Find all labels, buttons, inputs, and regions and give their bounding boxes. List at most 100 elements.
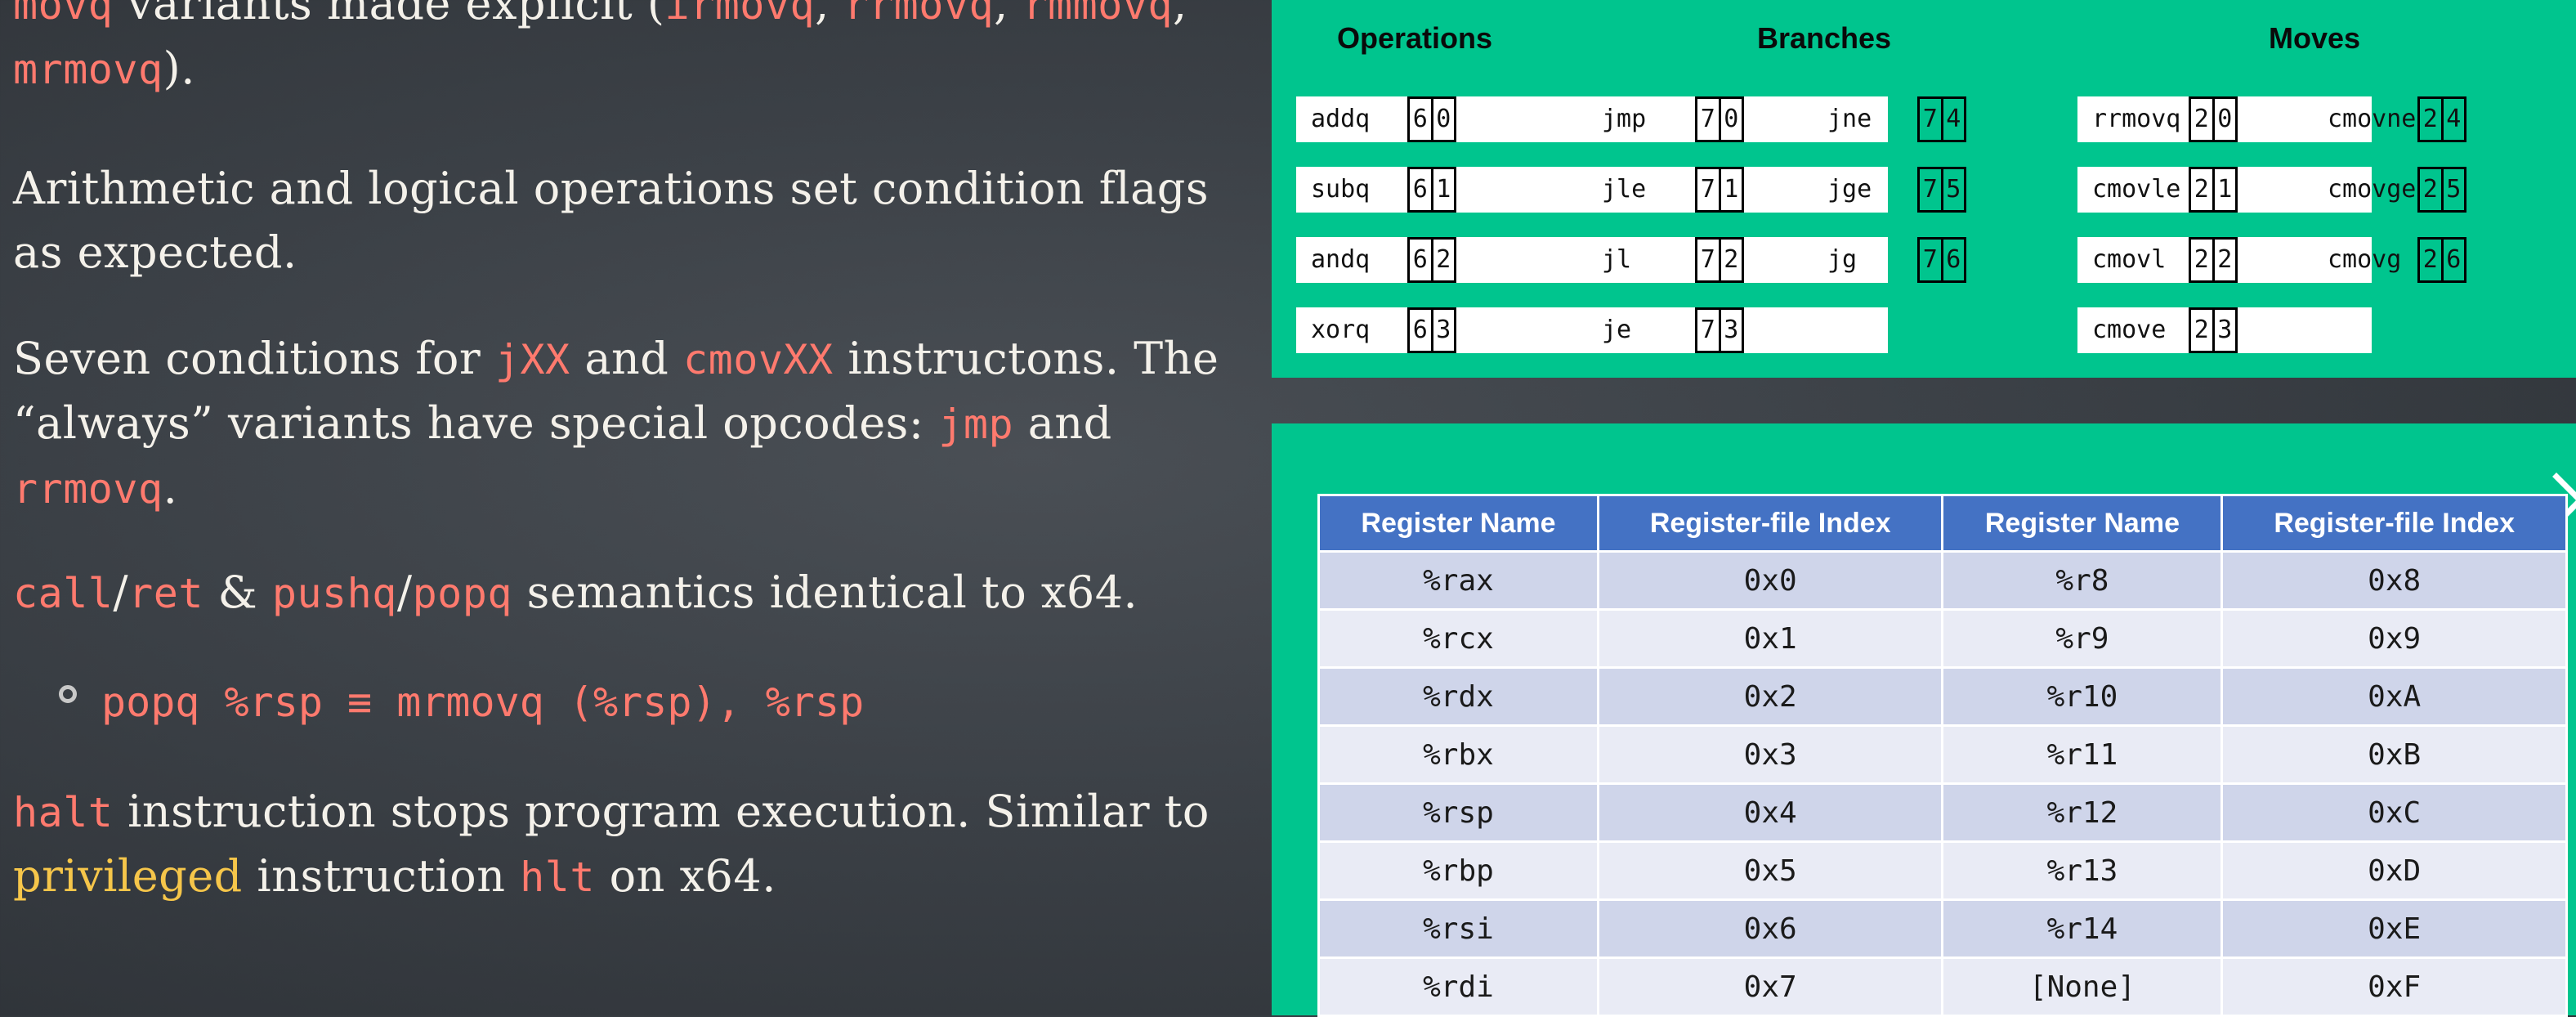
opcode-digit: 7 bbox=[1922, 245, 1938, 274]
text: ). bbox=[163, 43, 195, 94]
table-row: %rbp 0x5 %r13 0xD bbox=[1317, 840, 2568, 901]
paragraph-movq-variants: movq variants made explicit (irmovq, rrm… bbox=[13, 0, 1263, 101]
opcode-digit: 5 bbox=[1940, 169, 1965, 210]
table-row: %rsi 0x6 %r14 0xE bbox=[1317, 898, 2568, 959]
text: instruction stops program execution. Sim… bbox=[113, 786, 1210, 837]
opcode-digit: 7 bbox=[1922, 105, 1938, 133]
code-irmovq: irmovq bbox=[664, 0, 816, 29]
opcode-digit: 6 bbox=[2440, 240, 2465, 280]
instruction-encoding-panel: Operations Branches Moves addq 6 0 subq 6 1 an… bbox=[1272, 0, 2576, 378]
opcode-digit: 2 bbox=[2194, 245, 2209, 274]
branches-heading: Branches bbox=[1757, 21, 1892, 55]
code-hlt: hlt bbox=[520, 853, 595, 901]
opcode-digit: 1 bbox=[1718, 169, 1742, 210]
opcode-digit: 2 bbox=[2422, 105, 2438, 133]
text: / bbox=[396, 567, 413, 618]
opcode-box: 20 bbox=[2189, 96, 2238, 142]
text: instruction bbox=[242, 850, 521, 902]
register-table-header: Register Name Register-file Index Regist… bbox=[1317, 494, 2568, 553]
opcode-digit: 1 bbox=[2212, 169, 2236, 210]
opcode-box: 74 bbox=[1917, 96, 1966, 142]
register-name-cell: %r8 bbox=[1941, 550, 2224, 611]
opcode-digit: 1 bbox=[1430, 169, 1455, 210]
code-halt: halt bbox=[13, 789, 114, 836]
opcode-digit: 6 bbox=[1940, 240, 1965, 280]
register-index-cell: 0x3 bbox=[1596, 724, 1944, 785]
opcode-box: 23 bbox=[2189, 307, 2238, 353]
instruction-name: cmovne bbox=[2328, 105, 2417, 133]
opcode-digit: 2 bbox=[2194, 175, 2209, 204]
register-name-cell: %rbp bbox=[1317, 840, 1599, 901]
instruction-name: jl bbox=[1602, 245, 1632, 274]
text: / bbox=[113, 567, 129, 618]
text: & bbox=[203, 567, 272, 618]
register-name-cell: %rcx bbox=[1317, 608, 1599, 669]
opcode-box: 22 bbox=[2189, 237, 2238, 283]
register-index-cell: 0x7 bbox=[1596, 957, 1944, 1017]
opcode-digit: 7 bbox=[1700, 175, 1715, 204]
opcode-digit: 7 bbox=[1700, 316, 1715, 344]
text: , bbox=[815, 0, 844, 29]
register-index-cell: 0x6 bbox=[1596, 898, 1944, 959]
register-name-cell: %rbx bbox=[1317, 724, 1599, 785]
instruction-name: andq bbox=[1311, 245, 1371, 274]
instruction-name: cmovg bbox=[2328, 245, 2402, 274]
register-name-cell: %r10 bbox=[1941, 666, 2224, 727]
opcode-digit: 6 bbox=[1412, 316, 1428, 344]
opcode-box: 24 bbox=[2417, 96, 2466, 142]
register-index-cell: 0xE bbox=[2220, 898, 2568, 959]
opcode-box: 70 bbox=[1695, 96, 1744, 142]
opcode-digit: 3 bbox=[1430, 310, 1455, 351]
opcode-box: 26 bbox=[2417, 237, 2466, 283]
opcode-digit: 7 bbox=[1922, 175, 1938, 204]
text: Arithmetic and logical operations set co… bbox=[13, 163, 1210, 278]
table-row: %rsp 0x4 %r12 0xC bbox=[1317, 782, 2568, 843]
instruction-name: cmovle bbox=[2092, 175, 2181, 204]
paragraph-condition-flags: Arithmetic and logical operations set co… bbox=[13, 157, 1223, 284]
code-ret: ret bbox=[128, 570, 203, 617]
table-row: %rcx 0x1 %r9 0x9 bbox=[1317, 608, 2568, 669]
column-header: Register-file Index bbox=[1596, 494, 1944, 553]
opcode-digit: 2 bbox=[1718, 240, 1742, 280]
code-call: call bbox=[13, 570, 114, 617]
opcode-digit: 2 bbox=[2422, 245, 2438, 274]
column-header: Register Name bbox=[1941, 494, 2224, 553]
text: Seven conditions for bbox=[13, 333, 495, 384]
opcode-digit: 2 bbox=[1430, 240, 1455, 280]
instruction-name: cmove bbox=[2092, 316, 2167, 344]
opcode-box: 73 bbox=[1695, 307, 1744, 353]
opcode-digit: 2 bbox=[2212, 240, 2236, 280]
opcode-digit: 2 bbox=[2194, 105, 2209, 133]
opcode-digit: 0 bbox=[1430, 99, 1455, 140]
table-row: %rdi 0x7 [None] 0xF bbox=[1317, 957, 2568, 1017]
register-index-cell: 0x5 bbox=[1596, 840, 1944, 901]
instruction-name: je bbox=[1602, 316, 1632, 344]
table-row: %rdx 0x2 %r10 0xA bbox=[1317, 666, 2568, 727]
code-cmovxx: cmovXX bbox=[683, 336, 834, 383]
opcode-box: 75 bbox=[1917, 167, 1966, 213]
register-index-cell: 0x0 bbox=[1596, 550, 1944, 611]
opcode-box: 60 bbox=[1407, 96, 1456, 142]
code-rmmovq: rmmovq bbox=[1022, 0, 1174, 29]
moves-heading: Moves bbox=[2269, 21, 2361, 55]
bullet-dot-icon bbox=[59, 684, 77, 703]
column-header: Register-file Index bbox=[2220, 494, 2568, 553]
register-index-cell: 0x8 bbox=[2220, 550, 2568, 611]
register-index-cell: 0xF bbox=[2220, 957, 2568, 1017]
register-index-cell: 0xC bbox=[2220, 782, 2568, 843]
text: , bbox=[994, 0, 1023, 29]
text: and bbox=[1013, 397, 1112, 449]
register-name-cell: %rdi bbox=[1317, 957, 1599, 1017]
instruction-name: addq bbox=[1311, 105, 1371, 133]
register-name-cell: %r14 bbox=[1941, 898, 2224, 959]
instruction-name: subq bbox=[1311, 175, 1371, 204]
instruction-name: cmovl bbox=[2092, 245, 2167, 274]
bullet-popq-rsp: popq %rsp ≡ mrmovq (%rsp), %rsp bbox=[59, 670, 864, 734]
register-name-cell: %rax bbox=[1317, 550, 1599, 611]
register-name-cell: %r11 bbox=[1941, 724, 2224, 785]
opcode-digit: 6 bbox=[1412, 245, 1428, 274]
opcode-box: 25 bbox=[2417, 167, 2466, 213]
instruction-name: cmovge bbox=[2328, 175, 2417, 204]
table-row: %rbx 0x3 %r11 0xB bbox=[1317, 724, 2568, 785]
register-index-cell: 0xD bbox=[2220, 840, 2568, 901]
